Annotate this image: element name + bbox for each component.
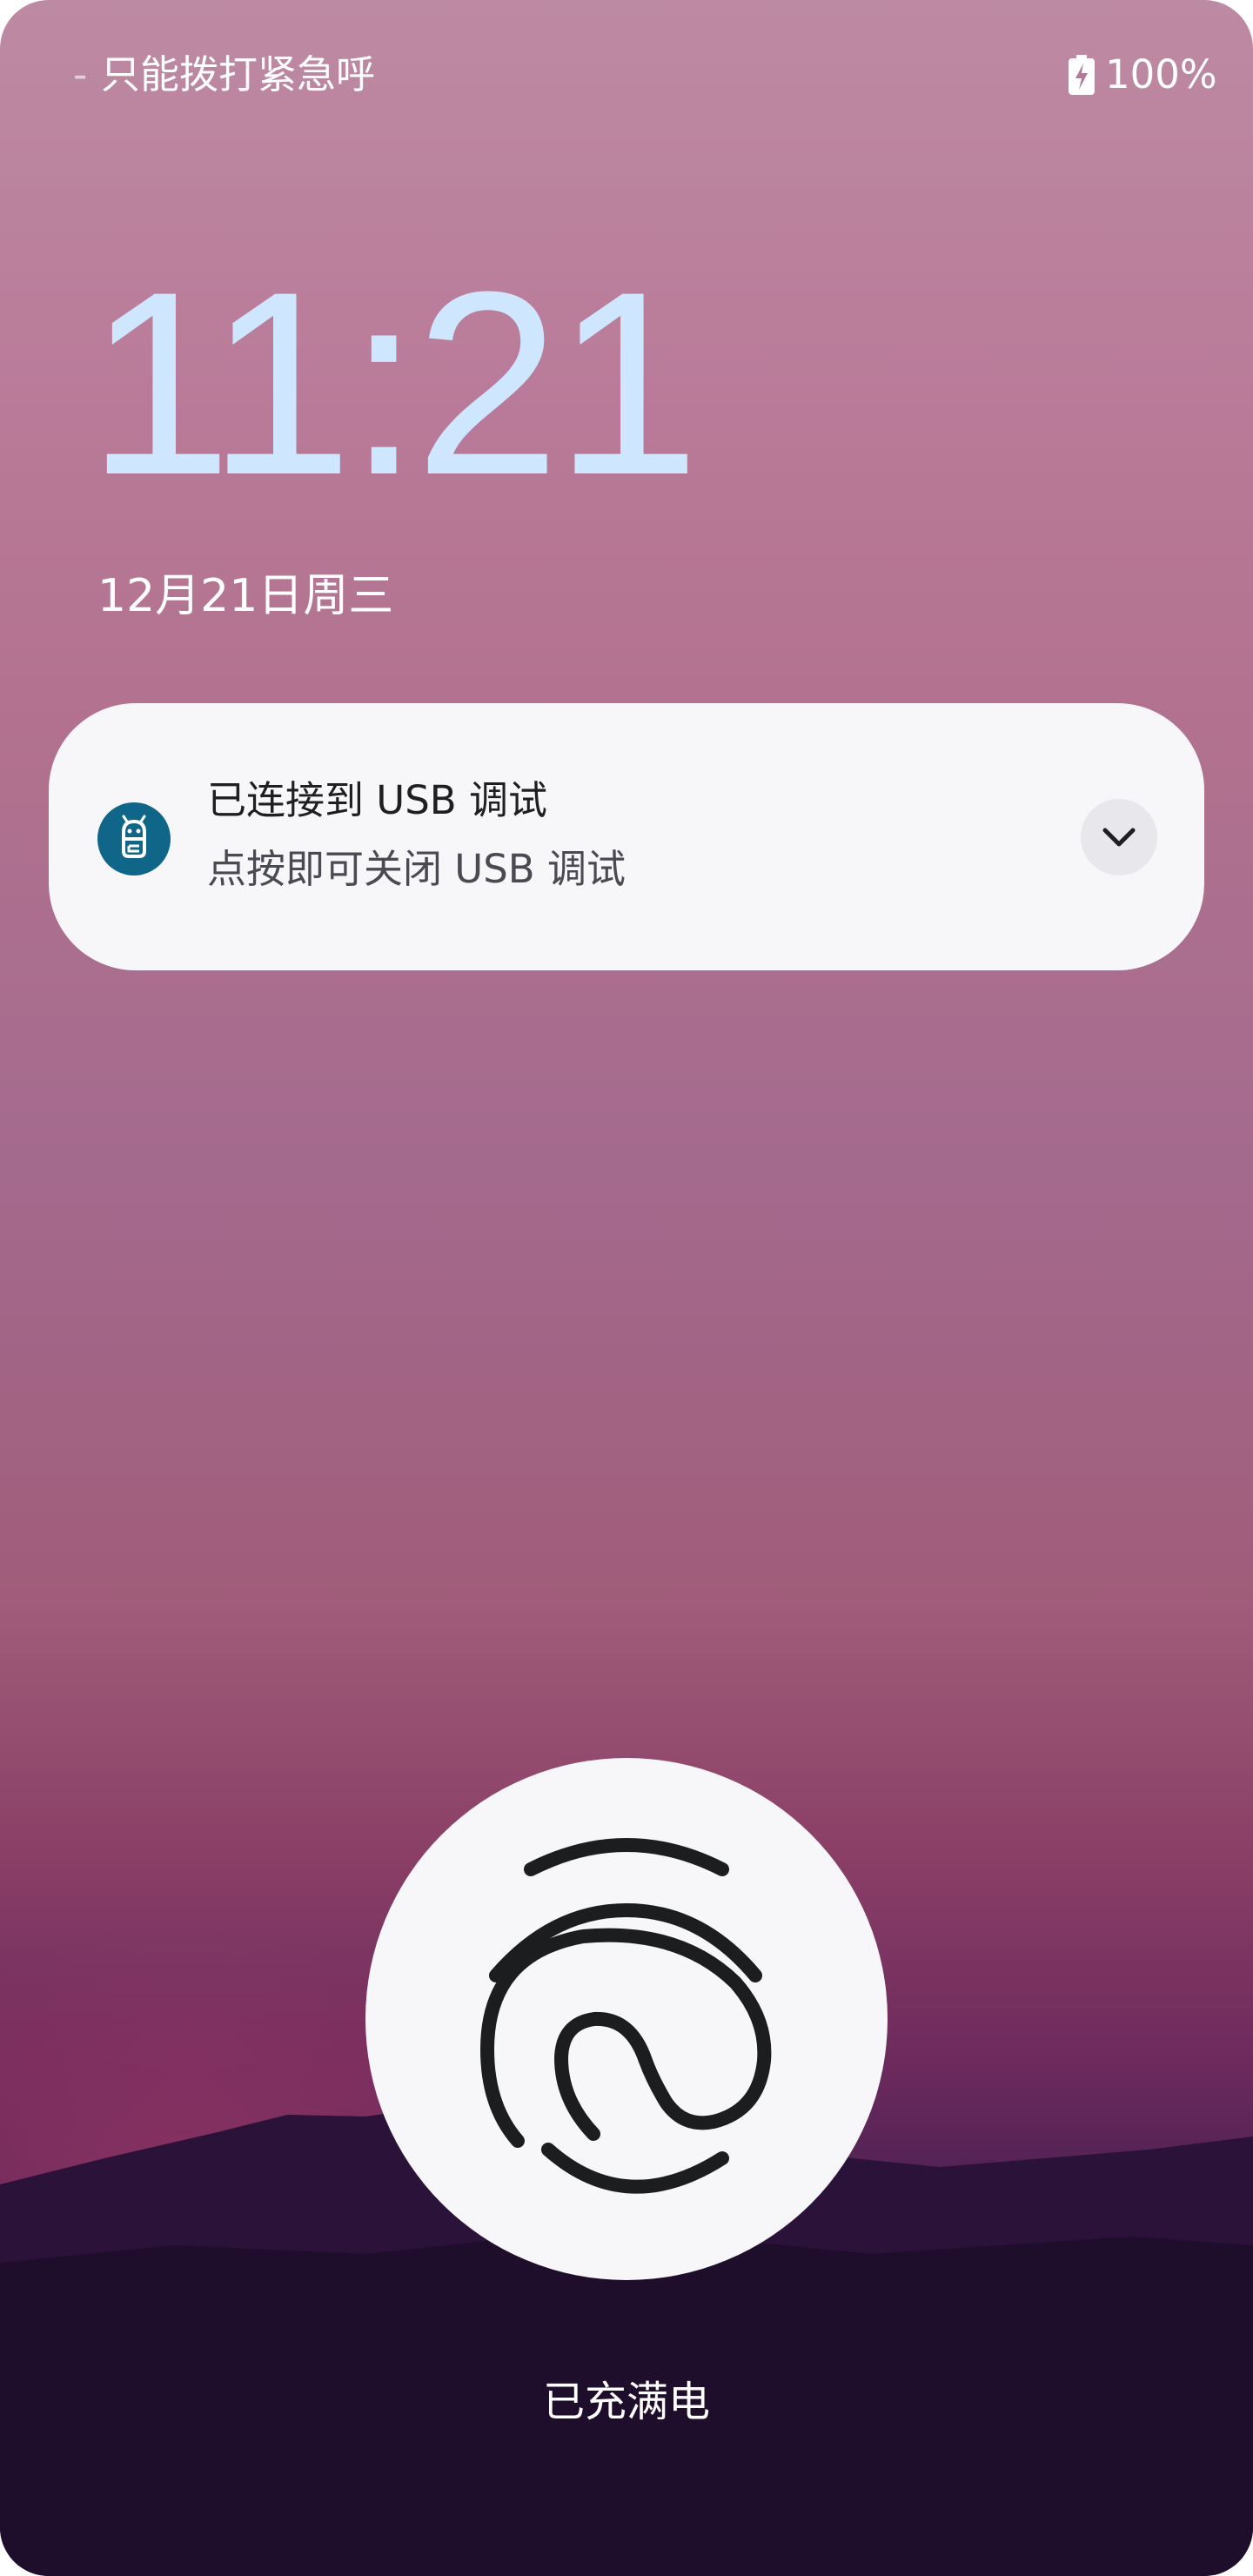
charging-status: 已充满电 <box>542 2378 710 2426</box>
android-debug-icon <box>97 802 171 875</box>
fingerprint-icon <box>479 1838 772 2194</box>
lockscreen-date: 12月21日周三 <box>97 570 394 622</box>
status-bar: - 只能拨打紧急呼 100% <box>0 0 1253 148</box>
carrier-separator: - <box>73 51 88 97</box>
usb-debug-notification[interactable]: 已连接到 USB 调试 点按即可关闭 USB 调试 <box>49 703 1204 970</box>
battery-charging-icon <box>1069 55 1095 95</box>
battery-percent: 100% <box>1105 51 1217 97</box>
carrier-status: 只能拨打紧急呼 <box>101 51 376 97</box>
chevron-down-icon <box>1102 828 1136 847</box>
fingerprint-sensor-button[interactable] <box>365 1758 888 2280</box>
notification-body: 点按即可关闭 USB 调试 <box>207 846 626 892</box>
lock-screen: - 只能拨打紧急呼 100% 11:21 12月21日周三 已连接到 USB 调… <box>0 0 1253 2576</box>
notification-title: 已连接到 USB 调试 <box>207 777 547 823</box>
expand-notification-button[interactable] <box>1081 799 1157 875</box>
lockscreen-clock: 11:21 <box>87 237 700 529</box>
